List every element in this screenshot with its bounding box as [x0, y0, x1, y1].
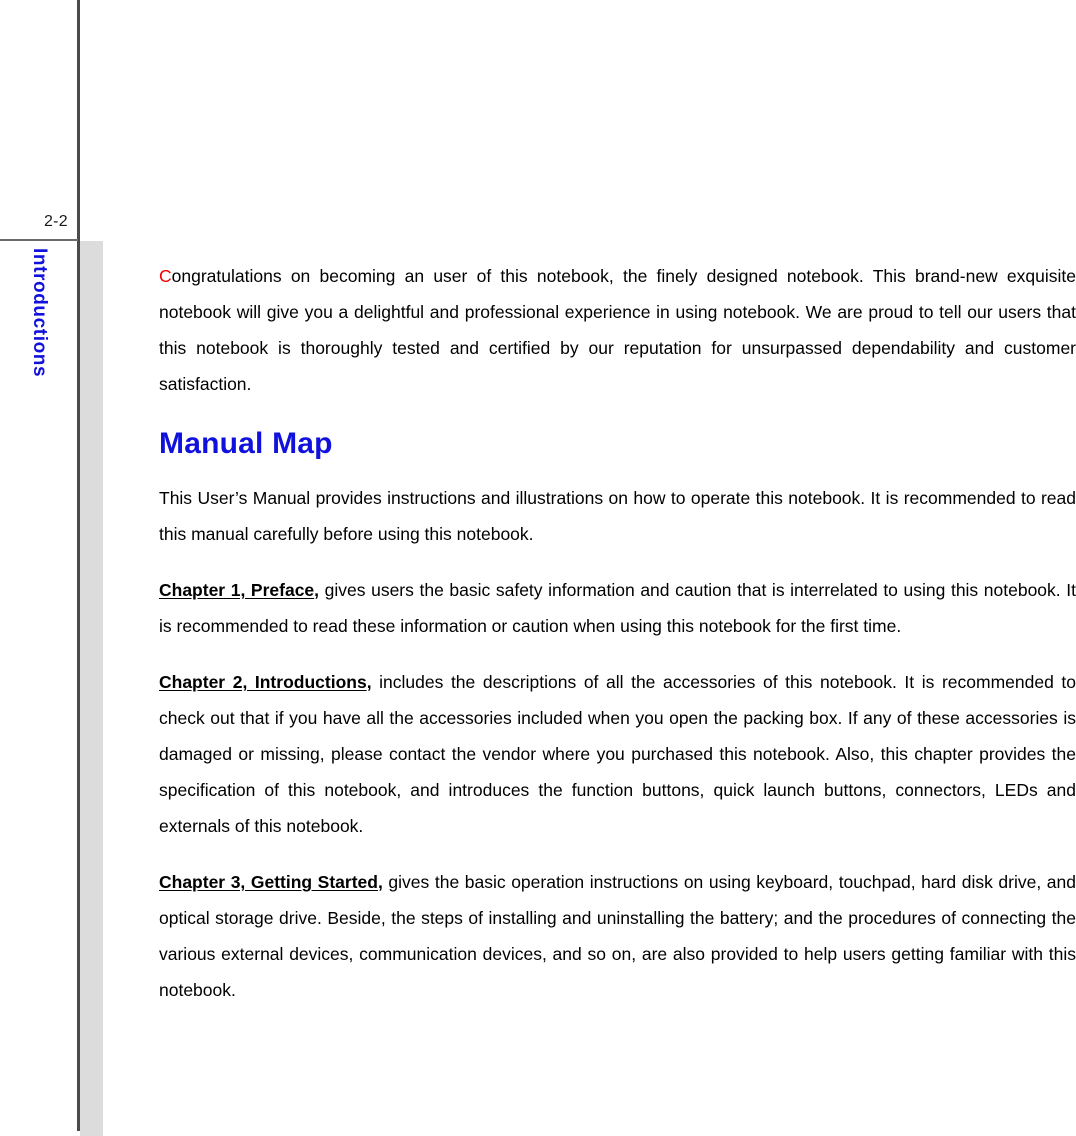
chapter-tab-band: [80, 241, 103, 1136]
chapter-1-reference: Chapter 1, Preface: [159, 580, 315, 600]
drop-cap-letter: C: [159, 266, 172, 286]
chapter-2-paragraph: Chapter 2, Introductions, includes the d…: [159, 664, 1076, 844]
section-heading-manual-map: Manual Map: [159, 427, 333, 460]
chapter-2-description: includes the descriptions of all the acc…: [159, 672, 1076, 836]
page-content: Congratulations on becoming an user of t…: [159, 258, 1076, 1008]
margin-rule-horizontal: [0, 239, 78, 241]
manual-map-paragraph: This User’s Manual provides instructions…: [159, 488, 1076, 544]
document-page: 2-2 Introductions Congratulations on bec…: [0, 0, 1076, 1136]
chapter-3-paragraph: Chapter 3, Getting Started, gives the ba…: [159, 864, 1076, 1008]
chapter-1-paragraph: Chapter 1, Preface, gives users the basi…: [159, 572, 1076, 644]
chapter-tab-label: Introductions: [29, 248, 50, 378]
intro-paragraph: Congratulations on becoming an user of t…: [159, 258, 1076, 402]
intro-paragraph-text: ongratulations on becoming an user of th…: [159, 266, 1076, 394]
chapter-2-reference: Chapter 2, Introductions: [159, 672, 367, 692]
page-number: 2-2: [43, 213, 68, 230]
chapter-3-reference: Chapter 3, Getting Started: [159, 872, 378, 892]
